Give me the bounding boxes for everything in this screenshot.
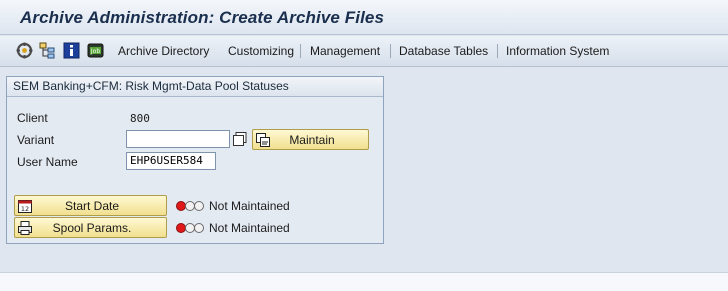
printer-icon — [16, 218, 34, 237]
status-bar — [0, 272, 728, 291]
start-date-button-label: Start Date — [64, 198, 120, 213]
variant-input[interactable] — [130, 131, 229, 147]
toolbar-separator — [300, 44, 301, 58]
spool-params-button[interactable]: Spool Params. — [14, 217, 167, 238]
page-title: Archive Administration: Create Archive F… — [20, 8, 385, 27]
variant-field[interactable] — [126, 130, 230, 148]
menu-information-system[interactable]: Information System — [506, 44, 609, 58]
hierarchy-icon[interactable] — [39, 42, 56, 59]
start-date-status: Not Maintained — [176, 199, 290, 213]
start-date-status-text: Not Maintained — [209, 199, 290, 213]
calendar-icon: 12 — [16, 196, 34, 215]
maintain-button[interactable]: Maintain — [252, 129, 369, 150]
spool-params-status-text: Not Maintained — [209, 221, 290, 235]
content-area: SEM Banking+CFM: Risk Mgmt-Data Pool Sta… — [0, 68, 728, 291]
copy-variant-icon[interactable] — [232, 131, 248, 147]
menu-archive-directory[interactable]: Archive Directory — [118, 44, 209, 58]
toolbar-separator — [497, 44, 498, 58]
client-value: 800 — [130, 112, 150, 125]
application-toolbar: Job Archive Directory Customizing Manage… — [0, 36, 728, 96]
menu-customizing[interactable]: Customizing — [228, 44, 294, 58]
client-label: Client — [17, 111, 48, 125]
info-icon[interactable] — [63, 42, 80, 59]
menu-database-tables[interactable]: Database Tables — [399, 44, 488, 58]
menu-management[interactable]: Management — [310, 44, 380, 58]
status-group-box: SEM Banking+CFM: Risk Mgmt-Data Pool Sta… — [6, 76, 384, 244]
toolbar-separator — [390, 44, 391, 58]
status-light-green-icon — [194, 201, 204, 211]
execute-icon[interactable] — [16, 42, 33, 59]
variant-label: Variant — [17, 133, 55, 147]
group-title: SEM Banking+CFM: Risk Mgmt-Data Pool Sta… — [7, 77, 383, 97]
spool-params-status: Not Maintained — [176, 221, 290, 235]
title-bar: Archive Administration: Create Archive F… — [0, 0, 728, 35]
start-date-button[interactable]: 12 Start Date — [14, 195, 167, 216]
svg-text:12: 12 — [21, 205, 29, 213]
job-icon[interactable]: Job — [87, 42, 104, 59]
status-light-green-icon — [194, 223, 204, 233]
svg-text:Job: Job — [90, 48, 100, 55]
maintain-button-label: Maintain — [289, 132, 335, 147]
spool-params-button-label: Spool Params. — [52, 220, 132, 235]
username-field[interactable]: EHP6USER584 — [126, 152, 216, 170]
variant-edit-icon — [254, 130, 272, 149]
username-label: User Name — [17, 155, 78, 169]
